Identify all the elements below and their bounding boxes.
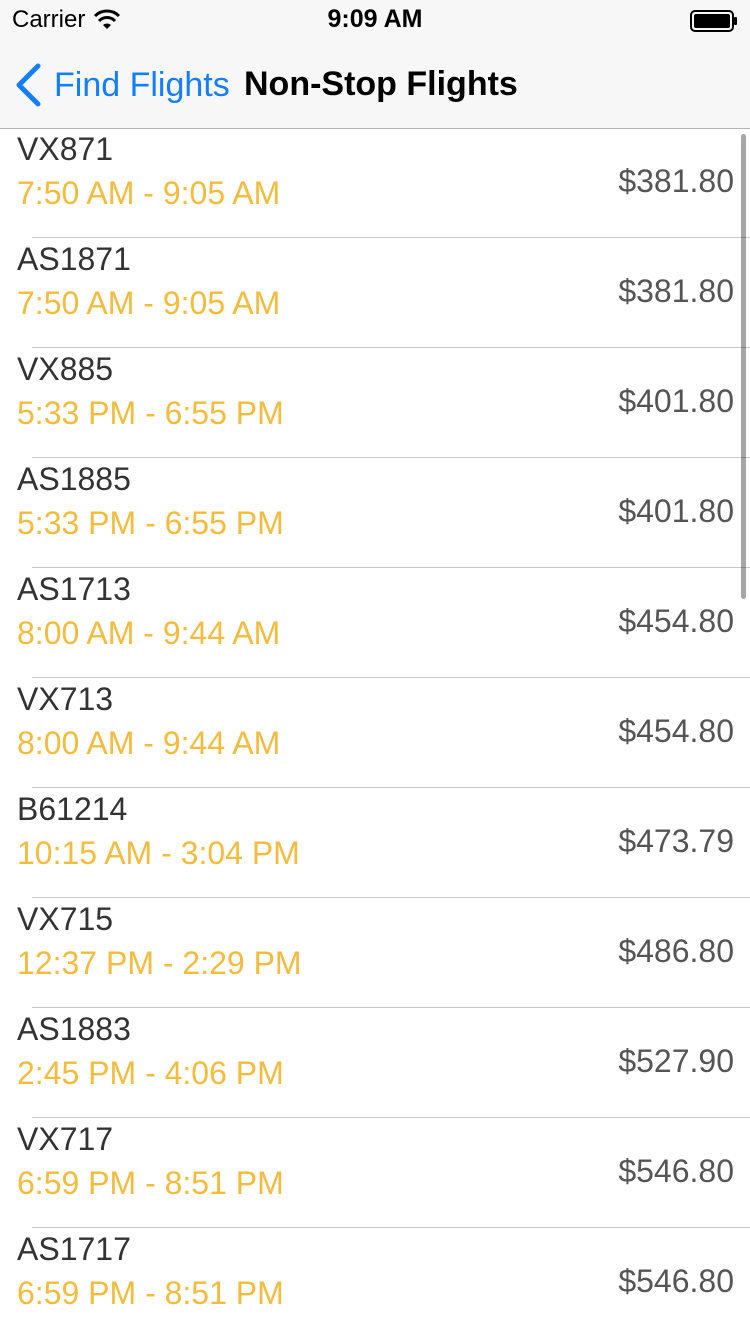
flight-number: AS1871 xyxy=(17,241,131,277)
navigation-bar: Find Flights Non-Stop Flights xyxy=(0,40,750,129)
flight-number: AS1713 xyxy=(17,571,131,607)
flight-price: $546.80 xyxy=(618,1153,734,1189)
flight-number: VX713 xyxy=(17,681,114,717)
flight-price: $401.80 xyxy=(618,493,734,529)
flight-times: 8:00 AM - 9:44 AM xyxy=(17,725,281,761)
flight-price: $527.90 xyxy=(618,1043,734,1079)
flight-times: 6:59 PM - 8:51 PM xyxy=(17,1275,284,1311)
flight-row[interactable]: AS1871 7:50 AM - 9:05 AM $381.80 xyxy=(0,238,750,348)
flight-number: VX717 xyxy=(17,1121,114,1157)
flight-row[interactable]: AS1713 8:00 AM - 9:44 AM $454.80 xyxy=(0,568,750,678)
flight-number: VX871 xyxy=(17,131,114,167)
screen: Carrier 9:09 AM Find Flights Non-Stop Fl… xyxy=(0,0,750,1334)
flight-times: 8:00 AM - 9:44 AM xyxy=(17,615,281,651)
battery-icon xyxy=(690,10,737,32)
flight-row[interactable]: VX885 5:33 PM - 6:55 PM $401.80 xyxy=(0,348,750,458)
flight-number: AS1885 xyxy=(17,461,131,497)
flight-price: $454.80 xyxy=(618,603,734,639)
flight-times: 6:59 PM - 8:51 PM xyxy=(17,1165,284,1201)
chevron-left-icon xyxy=(16,63,41,107)
flight-row[interactable]: VX717 6:59 PM - 8:51 PM $546.80 xyxy=(0,1118,750,1228)
scrollbar[interactable] xyxy=(741,134,746,599)
status-time: 9:09 AM xyxy=(327,5,423,33)
flight-price: $546.80 xyxy=(618,1263,734,1299)
flight-number: VX715 xyxy=(17,901,114,937)
flight-price: $454.80 xyxy=(618,713,734,749)
flight-price: $381.80 xyxy=(618,163,734,199)
flight-row[interactable]: B61214 10:15 AM - 3:04 PM $473.79 xyxy=(0,788,750,898)
flight-times: 12:37 PM - 2:29 PM xyxy=(17,945,302,981)
flight-number: B61214 xyxy=(17,791,128,827)
flight-number: AS1883 xyxy=(17,1011,131,1047)
status-bar: Carrier 9:09 AM xyxy=(0,0,750,40)
flight-times: 10:15 AM - 3:04 PM xyxy=(17,835,300,871)
flight-price: $381.80 xyxy=(618,273,734,309)
flight-row[interactable]: AS1885 5:33 PM - 6:55 PM $401.80 xyxy=(0,458,750,568)
flight-number: AS1717 xyxy=(17,1231,131,1267)
flight-times: 5:33 PM - 6:55 PM xyxy=(17,505,284,541)
page-title: Non-Stop Flights xyxy=(244,65,518,103)
flight-times: 5:33 PM - 6:55 PM xyxy=(17,395,284,431)
flight-times: 2:45 PM - 4:06 PM xyxy=(17,1055,284,1091)
flight-price: $473.79 xyxy=(618,823,734,859)
flight-row[interactable]: VX871 7:50 AM - 9:05 AM $381.80 xyxy=(0,128,750,238)
flight-number: VX885 xyxy=(17,351,114,387)
flight-row[interactable]: VX713 8:00 AM - 9:44 AM $454.80 xyxy=(0,678,750,788)
back-button-label: Find Flights xyxy=(54,65,230,104)
flight-times: 7:50 AM - 9:05 AM xyxy=(17,285,281,321)
flight-row[interactable]: AS1717 6:59 PM - 8:51 PM $546.80 xyxy=(0,1228,750,1334)
flight-row[interactable]: AS1883 2:45 PM - 4:06 PM $527.90 xyxy=(0,1008,750,1118)
flight-price: $486.80 xyxy=(618,933,734,969)
back-button[interactable]: Find Flights xyxy=(14,62,230,108)
flight-price: $401.80 xyxy=(618,383,734,419)
flight-times: 7:50 AM - 9:05 AM xyxy=(17,175,281,211)
flight-row[interactable]: VX715 12:37 PM - 2:29 PM $486.80 xyxy=(0,898,750,1008)
flight-list: VX871 7:50 AM - 9:05 AM $381.80 AS1871 7… xyxy=(0,128,750,1334)
